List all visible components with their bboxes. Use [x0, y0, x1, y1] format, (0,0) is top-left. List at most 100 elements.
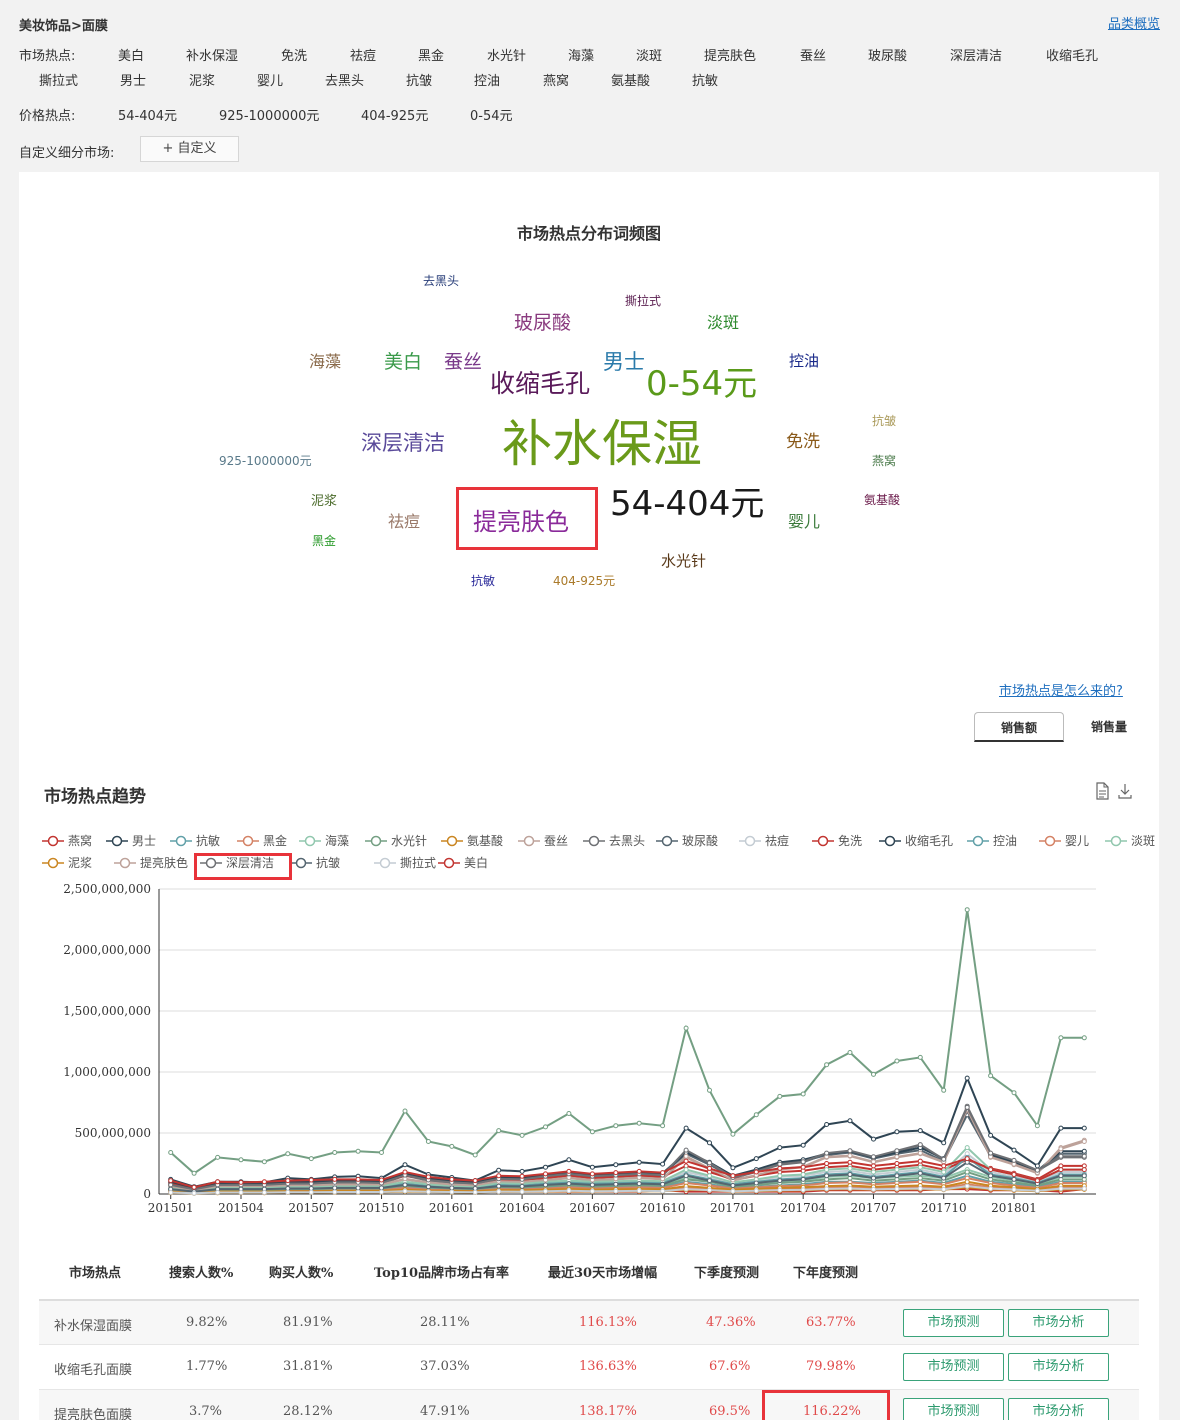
data-point[interactable]	[660, 1161, 666, 1167]
data-point[interactable]	[847, 1050, 853, 1055]
market-tag[interactable]: 控油	[474, 70, 500, 89]
data-point[interactable]	[261, 1179, 267, 1185]
data-point[interactable]	[1081, 1139, 1087, 1144]
data-point[interactable]	[847, 1118, 853, 1124]
data-point[interactable]	[613, 1162, 619, 1168]
data-point[interactable]	[215, 1190, 221, 1195]
data-point[interactable]	[543, 1164, 548, 1170]
data-point[interactable]	[168, 1178, 174, 1184]
price-tag[interactable]: 404-925元	[361, 105, 428, 124]
data-point[interactable]	[191, 1190, 197, 1196]
data-point[interactable]	[824, 1161, 830, 1166]
legend-item[interactable]: 收缩毛孔	[879, 832, 953, 849]
data-point[interactable]	[496, 1173, 502, 1179]
data-point[interactable]	[777, 1173, 783, 1179]
data-point[interactable]	[800, 1176, 806, 1182]
data-point[interactable]	[402, 1188, 408, 1194]
legend-item[interactable]: 黑金	[237, 832, 287, 849]
data-point[interactable]	[1081, 1125, 1087, 1131]
data-point[interactable]	[1011, 1172, 1017, 1177]
data-point[interactable]	[800, 1172, 806, 1177]
market-tag[interactable]: 黑金	[418, 45, 444, 64]
market-tag[interactable]: 燕窝	[543, 70, 569, 89]
data-point[interactable]	[941, 1163, 947, 1169]
data-point[interactable]	[379, 1189, 384, 1195]
data-point[interactable]	[566, 1157, 572, 1163]
wordcloud-word[interactable]: 男士	[603, 352, 645, 373]
data-point[interactable]	[964, 1075, 970, 1081]
wordcloud-word[interactable]: 撕拉式	[625, 295, 661, 307]
data-point[interactable]	[168, 1182, 174, 1188]
data-point[interactable]	[496, 1189, 502, 1195]
market-tag[interactable]: 淡斑	[636, 45, 662, 64]
data-point[interactable]	[1081, 1173, 1087, 1179]
data-point[interactable]	[847, 1159, 853, 1165]
data-point[interactable]	[308, 1189, 314, 1195]
legend-item[interactable]: 海藻	[299, 832, 349, 849]
data-point[interactable]	[988, 1150, 994, 1156]
data-point[interactable]	[964, 1169, 970, 1175]
data-point[interactable]	[613, 1170, 619, 1176]
data-point[interactable]	[1058, 1125, 1064, 1131]
wordcloud-word[interactable]: 404-925元	[553, 575, 615, 587]
market-tag[interactable]: 水光针	[487, 45, 526, 64]
sales-amount-toggle[interactable]: 销售额	[974, 712, 1064, 742]
data-point[interactable]	[824, 1167, 830, 1173]
data-point[interactable]	[402, 1108, 408, 1114]
wordcloud-word[interactable]: 美白	[384, 353, 422, 372]
data-point[interactable]	[871, 1175, 876, 1181]
data-point[interactable]	[777, 1145, 783, 1151]
data-point[interactable]	[449, 1143, 455, 1149]
data-point[interactable]	[1081, 1167, 1087, 1173]
data-point[interactable]	[332, 1185, 338, 1191]
data-point[interactable]	[636, 1120, 642, 1126]
market-tag[interactable]: 蚕丝	[800, 45, 826, 64]
market-tag[interactable]: 婴儿	[257, 70, 283, 89]
data-point[interactable]	[168, 1150, 174, 1155]
wordcloud-word[interactable]: 玻尿酸	[514, 314, 571, 333]
data-point[interactable]	[988, 1132, 994, 1138]
data-point[interactable]	[824, 1062, 830, 1068]
data-point[interactable]	[215, 1154, 221, 1160]
add-custom-segment-button[interactable]: + 自定义	[140, 136, 239, 162]
data-point[interactable]	[566, 1181, 572, 1187]
data-point[interactable]	[543, 1182, 548, 1188]
wordcloud-word[interactable]: 婴儿	[788, 514, 820, 530]
legend-item[interactable]: 去黑头	[583, 832, 645, 849]
market-analysis-button[interactable]: 市场分析	[1008, 1398, 1109, 1420]
data-point[interactable]	[707, 1173, 712, 1179]
data-point[interactable]	[1081, 1035, 1087, 1041]
data-point[interactable]	[589, 1171, 595, 1177]
wordcloud-word[interactable]: 抗皱	[872, 415, 896, 427]
market-forecast-button[interactable]: 市场预测	[903, 1353, 1004, 1381]
legend-item[interactable]: 玻尿酸	[656, 832, 718, 849]
legend-item[interactable]: 泥浆	[42, 854, 92, 871]
data-point[interactable]	[1081, 1186, 1087, 1192]
data-point[interactable]	[238, 1157, 244, 1163]
data-point[interactable]	[613, 1181, 619, 1187]
data-point[interactable]	[613, 1123, 619, 1129]
market-tag[interactable]: 美白	[118, 45, 144, 64]
data-point[interactable]	[847, 1153, 853, 1159]
data-point[interactable]	[1058, 1153, 1064, 1159]
data-point[interactable]	[964, 1104, 970, 1110]
data-point[interactable]	[707, 1160, 712, 1166]
data-point[interactable]	[730, 1183, 736, 1188]
market-tag[interactable]: 撕拉式	[39, 70, 78, 89]
data-point[interactable]	[472, 1152, 478, 1158]
data-point[interactable]	[964, 1145, 970, 1151]
market-tag[interactable]: 氨基酸	[611, 70, 650, 89]
data-point[interactable]	[543, 1188, 548, 1194]
wordcloud-word[interactable]: 提亮肤色	[473, 510, 569, 534]
data-point[interactable]	[800, 1164, 806, 1170]
data-point[interactable]	[894, 1161, 900, 1166]
wordcloud-word[interactable]: 蚕丝	[444, 353, 482, 372]
data-point[interactable]	[753, 1112, 759, 1118]
data-point[interactable]	[425, 1184, 431, 1190]
data-point[interactable]	[449, 1185, 455, 1191]
category-overview-link[interactable]: 品类概览	[1108, 13, 1160, 32]
data-point[interactable]	[707, 1178, 712, 1184]
wordcloud-word[interactable]: 去黑头	[423, 275, 459, 287]
wordcloud-word[interactable]: 祛痘	[388, 514, 420, 530]
data-point[interactable]	[917, 1175, 923, 1181]
